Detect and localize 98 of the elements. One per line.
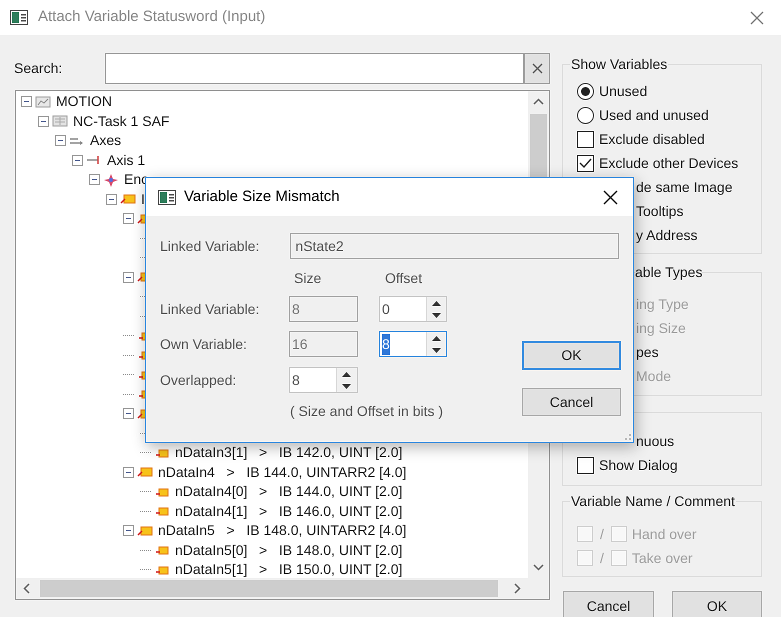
separator-label: / — [600, 524, 604, 544]
option-label: Used and unused — [599, 106, 709, 124]
search-field[interactable] — [105, 53, 524, 84]
tree-item-label[interactable]: MOTION — [56, 91, 112, 112]
spin-down-icon[interactable] — [342, 384, 351, 388]
spin-up-icon[interactable] — [432, 300, 441, 306]
field-value: 0 — [382, 300, 390, 318]
radio-button[interactable] — [577, 82, 594, 100]
tree-item-label[interactable]: nDataIn4 > IB 144.0, UINTARR2 [4.0] — [158, 462, 406, 483]
scroll-left-icon[interactable] — [23, 583, 30, 594]
tree-item-label[interactable]: nDataIn4[1] > IB 146.0, UINT [2.0] — [175, 500, 402, 522]
radio-button[interactable] — [577, 106, 594, 124]
column-header: Offset — [385, 268, 422, 288]
column-header: Size — [294, 268, 322, 288]
cancel-button[interactable]: Cancel — [522, 388, 621, 416]
tree-item-label[interactable]: nDataIn4[0] > IB 144.0, UINT [2.0] — [175, 481, 402, 502]
collapse-icon[interactable] — [38, 116, 49, 127]
group-title: able Types — [635, 263, 702, 282]
option-label: de same Image — [636, 178, 732, 197]
field-label: Linked Variable: — [160, 236, 260, 256]
check-icon — [579, 158, 592, 168]
star-icon — [103, 172, 119, 187]
units-note: ( Size and Offset in bits ) — [290, 402, 444, 420]
option-label: ing Size — [636, 318, 686, 338]
spin-down-icon[interactable] — [432, 312, 441, 318]
offset-spinbox[interactable]: 8 — [379, 331, 447, 357]
collapse-icon[interactable] — [21, 96, 32, 108]
window-icon — [10, 10, 28, 25]
size-field: 8 — [289, 296, 358, 322]
ok-button[interactable]: OK — [672, 591, 762, 617]
group-title: Variable Name / Comment — [570, 492, 736, 511]
variable-icon — [137, 465, 153, 480]
offset-spinbox[interactable]: 0 — [379, 296, 447, 322]
clear-search-button[interactable] — [524, 53, 550, 84]
window-icon — [158, 190, 176, 204]
option-label: ing Type — [636, 294, 689, 314]
size-field: 16 — [289, 331, 358, 357]
tree-item-label[interactable]: I — [141, 188, 145, 210]
option-label: Exclude other Devices — [599, 154, 738, 172]
resize-grip-icon[interactable] — [625, 434, 631, 440]
collapse-icon[interactable] — [89, 174, 100, 186]
field-label: Own Variable: — [160, 334, 248, 354]
dialog-title: Variable Size Mismatch — [184, 186, 340, 207]
collapse-icon[interactable] — [123, 272, 134, 283]
option-label: Tooltips — [636, 202, 684, 221]
tree-item-label[interactable]: nDataIn5[1] > IB 150.0, UINT [2.0] — [175, 559, 402, 578]
scroll-down-icon[interactable] — [533, 564, 544, 571]
option-label: Mode — [636, 366, 672, 386]
collapse-icon[interactable] — [55, 135, 66, 146]
checkbox[interactable] — [577, 456, 594, 474]
field-label: Overlapped: — [160, 370, 238, 390]
linked-variable-field: nState2 — [290, 233, 619, 259]
search-label: Search: — [14, 59, 64, 78]
scroll-up-icon[interactable] — [533, 98, 544, 105]
field-value: 8 — [382, 334, 390, 354]
motion-icon — [35, 94, 51, 109]
checkbox[interactable] — [577, 130, 594, 148]
option-label: y Address — [636, 226, 698, 245]
option-label: nuous — [636, 432, 674, 450]
tree-item-label[interactable]: nDataIn5[0] > IB 148.0, UINT [2.0] — [175, 540, 402, 561]
scrollbar-thumb[interactable] — [40, 580, 498, 597]
group-title: Show Variables — [570, 55, 668, 74]
tree-item-label[interactable]: Axes — [90, 130, 122, 152]
option-label: Unused — [599, 82, 648, 100]
field-value: 8 — [292, 370, 300, 390]
tree-item-label[interactable]: NC-Task 1 SAF — [73, 110, 170, 132]
cancel-button[interactable]: Cancel — [563, 591, 654, 617]
tree-item-label[interactable]: nDataIn5 > IB 148.0, UINTARR2 [4.0] — [158, 520, 406, 542]
variable-icon — [137, 524, 153, 538]
collapse-icon[interactable] — [123, 525, 134, 536]
close-icon — [532, 63, 542, 74]
field-label: Linked Variable: — [160, 300, 260, 318]
spin-up-icon[interactable] — [432, 336, 441, 340]
scrollbar-thumb[interactable] — [530, 114, 547, 177]
scroll-right-icon[interactable] — [514, 583, 521, 594]
horizontal-scrollbar[interactable] — [16, 578, 528, 599]
collapse-icon[interactable] — [123, 213, 134, 224]
window-title: Attach Variable Statusword (Input) — [38, 7, 266, 28]
variable-icon — [120, 192, 136, 206]
ok-button[interactable]: OK — [522, 341, 621, 370]
collapse-icon[interactable] — [72, 154, 83, 166]
collapse-icon[interactable] — [123, 466, 134, 478]
close-icon[interactable] — [603, 190, 618, 204]
checkbox[interactable] — [577, 154, 594, 172]
overlapped-spinbox[interactable]: 8 — [289, 367, 358, 393]
tree-item-label[interactable]: nDataIn3[1] > IB 142.0, UINT [2.0] — [175, 442, 402, 464]
option-label: Take over — [632, 548, 693, 568]
spin-down-icon[interactable] — [432, 348, 441, 352]
option-label: pes — [636, 342, 659, 362]
spin-up-icon[interactable] — [342, 372, 351, 376]
option-label: Hand over — [632, 524, 696, 544]
option-label: Show Dialog — [599, 456, 678, 475]
collapse-icon[interactable] — [123, 408, 134, 420]
grid-icon — [52, 114, 68, 128]
option-label: Exclude disabled — [599, 130, 705, 148]
tree-item-label[interactable]: Axis 1 — [107, 150, 146, 171]
separator-label: / — [600, 548, 604, 568]
collapse-icon[interactable] — [106, 194, 117, 205]
